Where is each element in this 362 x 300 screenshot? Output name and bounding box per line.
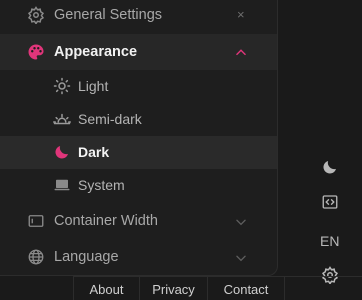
footer-link-about[interactable]: About [73,277,139,300]
general-settings-title: General Settings [54,7,163,23]
footer-links: About Privacy Contact [73,276,362,300]
language-toggle[interactable]: EN [320,233,339,249]
theme-option-system[interactable]: System [0,169,277,202]
container-width-icon [28,215,44,227]
laptop-icon [54,179,70,191]
theme-option-label: Dark [78,144,110,160]
language-section[interactable]: Language [0,240,277,274]
palette-icon [28,44,44,60]
appearance-label: Appearance [54,44,138,60]
theme-option-light[interactable]: Light [0,70,277,103]
close-button[interactable]: × [237,7,245,22]
chevron-down-icon[interactable] [234,215,248,229]
moon-icon[interactable] [321,158,339,176]
footer-divider [284,277,362,300]
settings-panel: General Settings × Appearance Light Semi… [0,0,278,276]
chevron-up-icon[interactable] [234,45,248,59]
general-settings-header: General Settings × [0,0,277,32]
chevron-down-icon[interactable] [234,251,248,265]
theme-option-dark[interactable]: Dark [0,136,277,169]
theme-option-label: Light [78,78,109,94]
sun-icon [53,77,71,95]
language-label: Language [54,249,119,265]
gear-icon [27,6,45,24]
container-width-section[interactable]: Container Width [0,204,277,238]
theme-option-label: Semi-dark [78,111,142,127]
sunset-icon [53,113,71,125]
appearance-section[interactable]: Appearance [0,34,277,70]
footer-link-contact[interactable]: Contact [207,277,284,300]
footer-link-privacy[interactable]: Privacy [139,277,207,300]
moon-icon [55,146,68,159]
container-width-label: Container Width [54,213,158,229]
theme-option-semi-dark[interactable]: Semi-dark [0,103,277,136]
code-icon[interactable] [321,193,339,211]
globe-icon [28,249,44,265]
theme-option-label: System [78,177,125,193]
